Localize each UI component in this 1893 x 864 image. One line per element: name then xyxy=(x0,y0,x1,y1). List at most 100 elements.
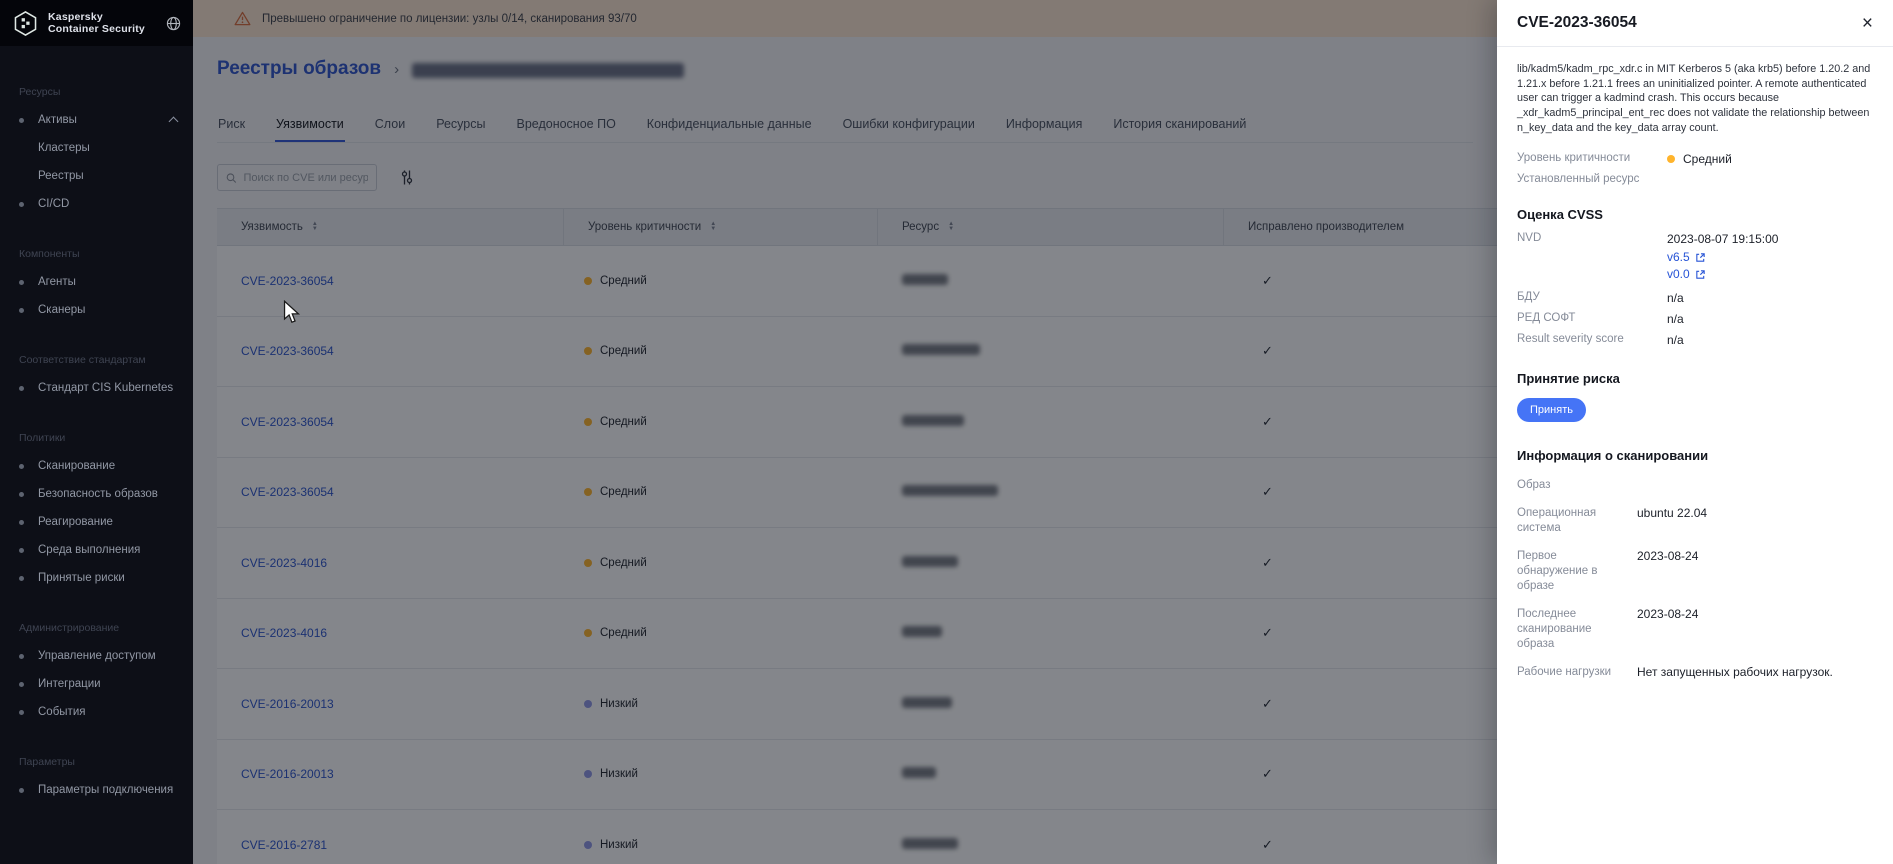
bullet-icon xyxy=(19,653,24,659)
tab[interactable]: Ошибки конфигурации xyxy=(842,117,976,142)
bullet-icon xyxy=(19,547,24,553)
sort-desc-icon[interactable]: ▼ xyxy=(312,226,318,233)
sidebar-entry: Компоненты xyxy=(0,240,193,268)
sidebar-entry[interactable]: Управление доступом xyxy=(0,642,193,670)
sidebar-entry[interactable]: Реестры xyxy=(0,162,193,190)
severity-label: Средний xyxy=(600,556,647,569)
resource-redacted xyxy=(902,273,948,285)
tab[interactable]: Конфиденциальные данные xyxy=(646,117,813,142)
scan-field-label: Образ xyxy=(1517,479,1551,492)
breadcrumb-root-link[interactable]: Реестры образов xyxy=(217,58,381,80)
sidebar-entry[interactable]: Среда выполнения xyxy=(0,536,193,564)
cve-summary-fields: Уровень критичности Средний Установленны… xyxy=(1517,152,1873,185)
severity-field-value: Средний xyxy=(1683,152,1732,167)
cve-link[interactable]: CVE-2016-20013 xyxy=(241,697,334,711)
fixed-check-icon: ✓ xyxy=(1262,695,1273,711)
sort-desc-icon[interactable]: ▼ xyxy=(948,226,954,233)
cve-link[interactable]: CVE-2023-36054 xyxy=(241,415,334,429)
severity-label: Средний xyxy=(600,627,647,640)
sort-arrows[interactable]: ▲ ▼ xyxy=(710,221,716,233)
cve-link[interactable]: CVE-2023-4016 xyxy=(241,556,327,570)
resource-redacted xyxy=(902,696,952,708)
sidebar-entry[interactable]: Параметры подключения xyxy=(0,776,193,804)
sidebar-entry-label: Соответствие стандартам xyxy=(19,354,146,366)
table-row[interactable]: CVE-2023-36054 Средний ✓ xyxy=(217,387,1497,458)
table-row[interactable]: CVE-2023-4016 Средний ✓ xyxy=(217,598,1497,669)
sidebar-entry[interactable]: Активы xyxy=(0,106,193,134)
sidebar-entry[interactable]: Реагирование xyxy=(0,508,193,536)
cvss-source-rows: БДУ n/a РЕД СОФТ n/a Result severity sco… xyxy=(1517,291,1873,347)
sidebar-entry-label: Параметры подключения xyxy=(38,784,174,796)
sort-arrows[interactable]: ▲ ▼ xyxy=(312,221,318,233)
search-input[interactable] xyxy=(243,171,368,184)
cve-link[interactable]: CVE-2023-36054 xyxy=(241,344,334,358)
table-row[interactable]: CVE-2023-36054 Средний ✓ xyxy=(217,316,1497,387)
cve-link[interactable]: CVE-2016-20013 xyxy=(241,767,334,781)
scan-field-value: 2023-08-24 xyxy=(1637,606,1699,621)
severity-label: Средний xyxy=(600,486,647,499)
table-row[interactable]: CVE-2016-20013 Низкий ✓ xyxy=(217,739,1497,810)
cve-link[interactable]: CVE-2023-36054 xyxy=(241,274,334,288)
cve-link[interactable]: CVE-2023-36054 xyxy=(241,485,334,499)
nvd-links: v6.5 v0.0 xyxy=(1667,250,1873,281)
table-row[interactable]: CVE-2016-20013 Низкий ✓ xyxy=(217,669,1497,740)
sidebar-entry[interactable]: Безопасность образов xyxy=(0,480,193,508)
sidebar-entry-label: Политики xyxy=(19,432,66,444)
sidebar-entry-label: Принятые риски xyxy=(38,572,125,584)
sidebar-entry[interactable]: Агенты xyxy=(0,268,193,296)
tab[interactable]: Информация xyxy=(1005,117,1084,142)
table-row[interactable]: CVE-2016-2781 Низкий ✓ xyxy=(217,810,1497,864)
table-row[interactable]: CVE-2023-36054 Средний ✓ xyxy=(217,457,1497,528)
sidebar-entry-label: Кластеры xyxy=(38,142,90,154)
accept-risk-button[interactable]: Принять xyxy=(1517,398,1586,423)
sidebar-entry[interactable]: Сканирование xyxy=(0,452,193,480)
sidebar-header: Kaspersky Container Security xyxy=(0,0,193,46)
severity-label: Низкий xyxy=(600,838,638,851)
sidebar-entry[interactable]: Стандарт CIS Kubernetes xyxy=(0,374,193,402)
search-box[interactable] xyxy=(217,164,377,191)
cvss-version-link[interactable]: v0.0 xyxy=(1667,267,1873,281)
severity-dot-icon xyxy=(584,699,592,708)
sort-arrows[interactable]: ▲ ▼ xyxy=(948,221,954,233)
cvss-source-value: n/a xyxy=(1667,312,1684,327)
kaspersky-logo-icon xyxy=(14,10,37,36)
filter-button[interactable] xyxy=(400,170,414,185)
tab[interactable]: История сканирований xyxy=(1112,117,1247,142)
sidebar-entry[interactable]: Принятые риски xyxy=(0,564,193,592)
bullet-icon xyxy=(19,787,24,793)
cvss-source-label: БДУ xyxy=(1517,291,1540,304)
tab[interactable]: Ресурсы xyxy=(435,117,486,142)
sidebar-entry[interactable]: Кластеры xyxy=(0,134,193,162)
tab-label: Информация xyxy=(1005,117,1083,131)
sidebar-entry[interactable]: Интеграции xyxy=(0,670,193,698)
bullet-icon xyxy=(19,385,24,391)
table-row[interactable]: CVE-2023-4016 Средний ✓ xyxy=(217,528,1497,599)
cve-link[interactable]: CVE-2023-4016 xyxy=(241,626,327,640)
cve-link[interactable]: CVE-2016-2781 xyxy=(241,838,327,852)
table-row[interactable]: CVE-2023-36054 Средний ✓ xyxy=(217,246,1497,317)
tab-bar: Риск Уязвимости Слои Ресурсы Вредоносное… xyxy=(217,117,1473,143)
bullet-icon xyxy=(19,307,24,313)
sidebar-entry[interactable]: CI/CD xyxy=(0,190,193,218)
cvss-nvd-row: NVD 2023-08-07 19:15:00 v6.5 v0.0 xyxy=(1517,232,1873,281)
scan-field-value: Нет запущенных рабочих нагрузок. xyxy=(1637,664,1833,679)
resource-redacted xyxy=(902,767,936,779)
sidebar-entry[interactable]: События xyxy=(0,698,193,726)
panel-title: CVE-2023-36054 xyxy=(1517,14,1637,31)
tab[interactable]: Вредоносное ПО xyxy=(515,117,616,142)
tab[interactable]: Риск xyxy=(217,117,246,142)
sidebar-entry[interactable]: Сканеры xyxy=(0,296,193,324)
sort-desc-icon[interactable]: ▼ xyxy=(710,226,716,233)
resource-redacted xyxy=(902,414,964,426)
column-header: Ресурс ▲ ▼ xyxy=(878,209,1224,245)
close-icon[interactable]: × xyxy=(1858,14,1877,34)
globe-icon[interactable] xyxy=(166,16,181,31)
resource-redacted xyxy=(902,485,998,497)
banner-text: Превышено ограничение по лицензии: узлы … xyxy=(262,12,637,25)
fixed-check-icon: ✓ xyxy=(1262,484,1273,500)
cvss-version-link[interactable]: v6.5 xyxy=(1667,250,1873,264)
tab[interactable]: Уязвимости xyxy=(275,117,345,142)
external-link-icon xyxy=(1695,253,1705,262)
nvd-label: NVD xyxy=(1517,232,1542,245)
tab[interactable]: Слои xyxy=(374,117,406,142)
